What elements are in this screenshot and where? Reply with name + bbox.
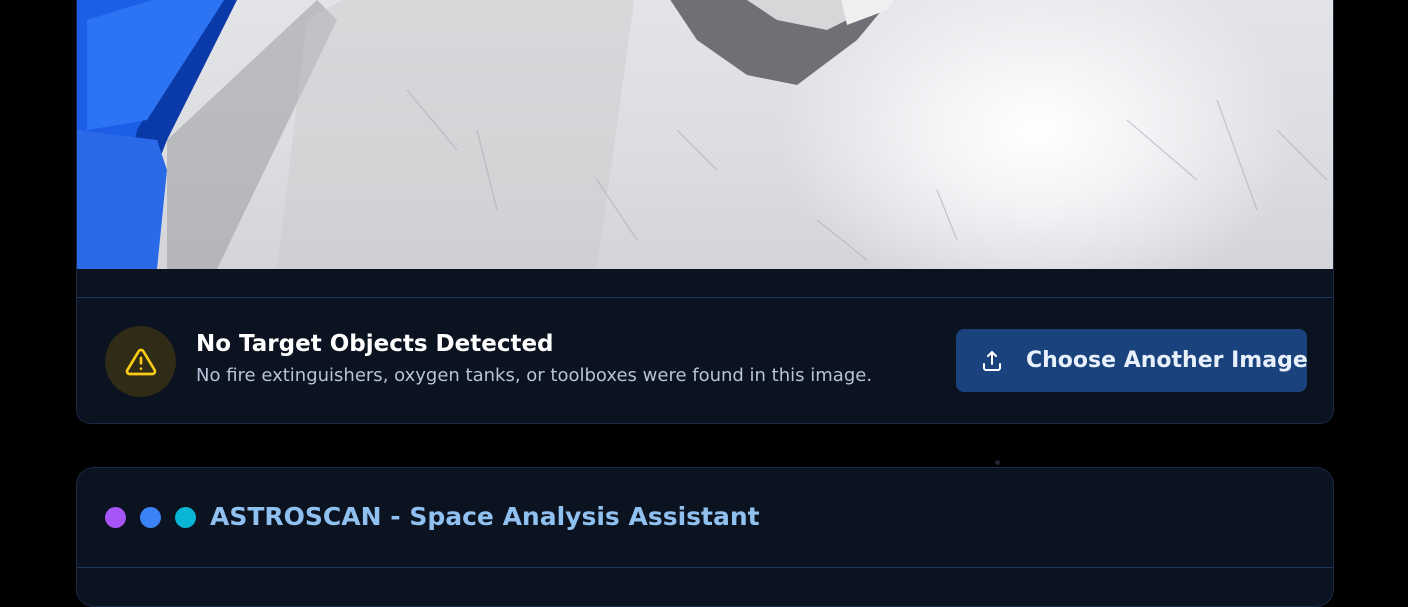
detection-status-row: No Target Objects Detected No fire extin… [77,298,1333,423]
assistant-header: ASTROSCAN - Space Analysis Assistant [77,468,1333,568]
status-description: No fire extinguishers, oxygen tanks, or … [196,365,873,386]
warning-triangle-icon [105,326,176,397]
status-title: No Target Objects Detected [196,331,554,357]
analyzed-image [77,0,1333,269]
analyzed-image-graphic [77,0,1328,269]
window-dots [105,507,196,528]
decorative-dot [995,460,1000,465]
assistant-panel: ASTROSCAN - Space Analysis Assistant [76,467,1334,607]
purple-dot-icon [105,507,126,528]
blue-dot-icon [140,507,161,528]
cyan-dot-icon [175,507,196,528]
choose-another-image-button[interactable]: Choose Another Image [956,329,1308,392]
choose-another-image-label: Choose Another Image [1026,348,1308,373]
detection-result-card: No Target Objects Detected No fire extin… [76,0,1334,424]
assistant-title: ASTROSCAN - Space Analysis Assistant [210,502,760,531]
upload-icon [980,349,1004,373]
